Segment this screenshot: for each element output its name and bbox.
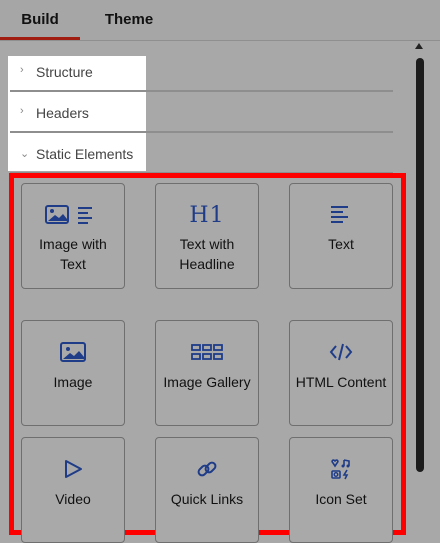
- element-label: Text: [328, 236, 354, 252]
- element-html-content[interactable]: HTML Content: [289, 320, 393, 426]
- divider: [10, 131, 393, 133]
- play-icon: [22, 456, 124, 482]
- element-label: Image Gallery: [163, 374, 251, 390]
- element-label: Quick Links: [170, 491, 244, 507]
- section-headers[interactable]: › Headers: [10, 93, 393, 133]
- image-icon: [22, 339, 124, 365]
- scrollbar-thumb[interactable]: [416, 58, 424, 472]
- element-video[interactable]: Video: [21, 437, 125, 543]
- element-label: Icon Set: [315, 491, 367, 507]
- active-tab-indicator: [0, 37, 80, 40]
- section-label: Static Elements: [36, 146, 134, 162]
- element-text-with-headline[interactable]: H1 Text with Headline: [155, 183, 259, 289]
- section-structure[interactable]: › Structure: [10, 52, 393, 92]
- element-image[interactable]: Image: [21, 320, 125, 426]
- image-with-text-icon: [22, 202, 124, 228]
- section-label: Structure: [36, 64, 93, 80]
- element-image-gallery[interactable]: Image Gallery: [155, 320, 259, 426]
- section-static-elements[interactable]: ⌄ Static Elements: [10, 134, 393, 174]
- element-label: Video: [55, 491, 91, 507]
- tab-theme[interactable]: Theme: [90, 0, 168, 38]
- element-label: Text with Headline: [179, 236, 235, 272]
- link-icon: [156, 456, 258, 482]
- icon-set-icon: [290, 456, 392, 482]
- h1-headline-icon: H1: [189, 202, 225, 228]
- chevron-right-icon: ›: [20, 64, 24, 76]
- element-text[interactable]: Text: [289, 183, 393, 289]
- panel-tabs: Build Theme: [0, 0, 440, 41]
- text-lines-icon: [290, 202, 392, 228]
- chevron-right-icon: ›: [20, 105, 24, 117]
- section-label: Headers: [36, 105, 89, 121]
- element-image-with-text[interactable]: Image with Text: [21, 183, 125, 289]
- element-icon-set[interactable]: Icon Set: [289, 437, 393, 543]
- divider: [10, 90, 393, 92]
- code-icon: [290, 339, 392, 365]
- element-quick-links[interactable]: Quick Links: [155, 437, 259, 543]
- element-label: Image with Text: [39, 236, 107, 272]
- chevron-down-icon: ⌄: [20, 148, 30, 160]
- element-label: HTML Content: [295, 374, 387, 390]
- scroll-up-arrow-icon[interactable]: [415, 43, 423, 49]
- gallery-grid-icon: [156, 339, 258, 365]
- element-label: Image: [53, 374, 93, 390]
- tab-build[interactable]: Build: [0, 0, 80, 38]
